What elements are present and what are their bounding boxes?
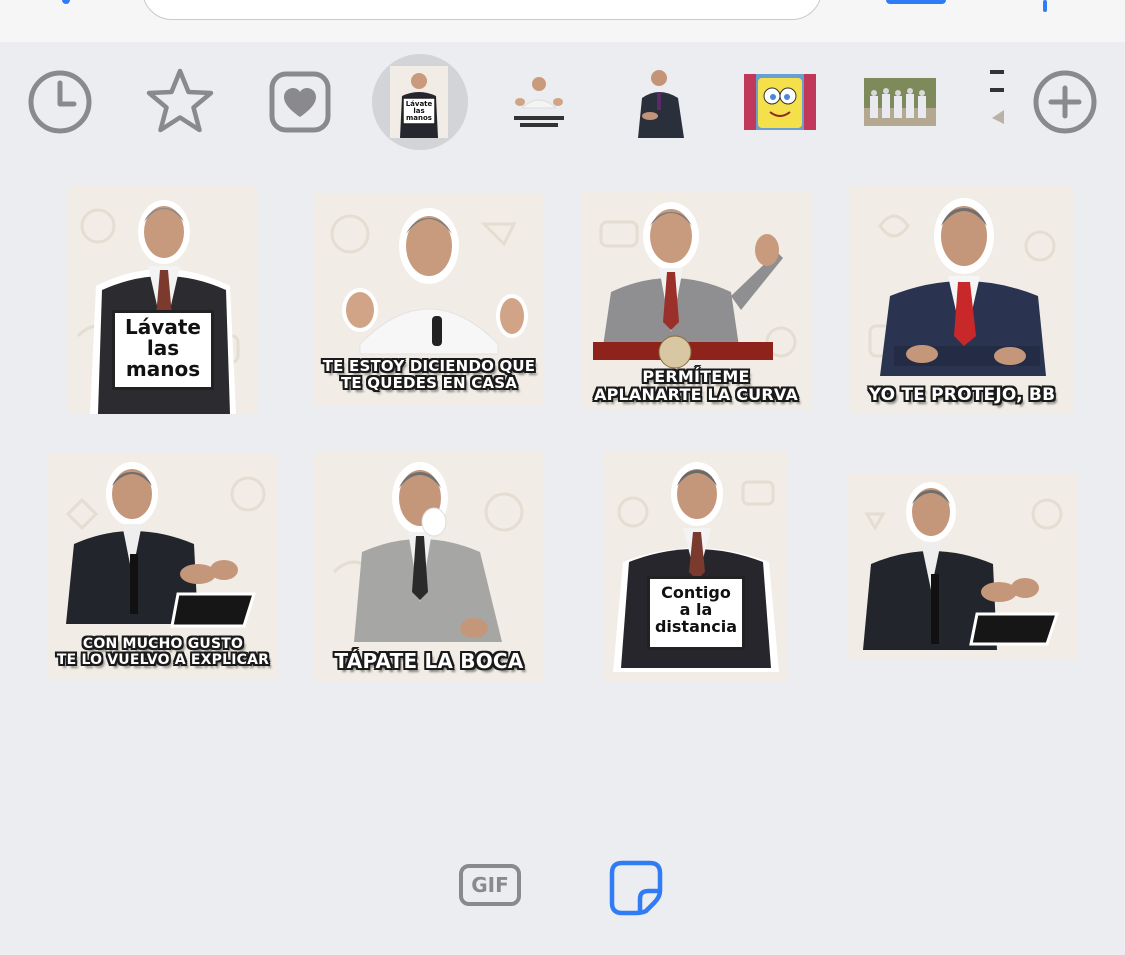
accent-mark-right <box>1043 0 1047 12</box>
sticker-caption: YO TE PROTEJO, BB <box>868 385 1056 405</box>
pack-thumb-te-estoy[interactable] <box>508 72 570 132</box>
message-input[interactable] <box>142 0 822 20</box>
sticker-yo-te-protejo[interactable]: YO TE PROTEJO, BB <box>850 186 1074 414</box>
sticker-contigo-a-la-distancia[interactable]: Contigo a la distancia <box>603 452 788 682</box>
sticker-tapate-la-boca[interactable]: TÁPATE LA BOCA <box>314 452 544 682</box>
send-button-edge[interactable] <box>886 0 946 4</box>
sticker-caption: TE ESTOY DICIENDO QUE TE QUEDES EN CASA <box>322 357 536 393</box>
favorite-stickers-button[interactable] <box>144 66 216 136</box>
sticker-explaining[interactable] <box>847 474 1077 660</box>
sticker-permiteme[interactable]: PERMÍTEME APLANARTE LA CURVA <box>581 192 811 410</box>
sign-line: distancia <box>654 616 738 636</box>
pack-thumb-group[interactable] <box>864 78 936 126</box>
pack-thumb-man-standing[interactable] <box>628 66 690 138</box>
sticker-pack-tray: Lávate las manos <box>0 42 1125 162</box>
sticker-caption: TÁPATE LA BOCA <box>334 649 524 673</box>
star-icon <box>146 68 214 133</box>
accent-mark <box>62 0 70 4</box>
sticker-caption: CON MUCHO GUSTO TE LO VUELVO A EXPLICAR <box>56 636 270 669</box>
message-input-bar <box>0 0 1125 42</box>
svg-text:manos: manos <box>406 114 432 122</box>
sign-line: Lávate <box>125 315 201 339</box>
clock-icon <box>28 70 92 134</box>
gif-button[interactable]: GIF <box>459 864 521 906</box>
recent-stickers-button[interactable] <box>26 68 94 136</box>
keyboard-mode-bar: GIF <box>0 835 1125 955</box>
sticker-sign: Lávate las manos <box>112 310 214 390</box>
sticker-icon <box>609 860 663 916</box>
sticker-sign: Contigo a la distancia <box>647 576 745 650</box>
sticker-te-estoy-diciendo[interactable]: TE ESTOY DICIENDO QUE TE QUEDES EN CASA <box>314 194 544 406</box>
pack-thumb-lavate[interactable]: Lávate las manos <box>390 66 448 138</box>
sign-line: las <box>146 336 180 360</box>
love-pack-button[interactable] <box>268 70 332 134</box>
stickers-tab-button[interactable] <box>606 857 666 917</box>
pack-thumb-partial[interactable] <box>988 68 1006 138</box>
sign-line: manos <box>125 357 201 381</box>
gif-label: GIF <box>471 873 509 897</box>
sticker-con-mucho-gusto[interactable]: CON MUCHO GUSTO TE LO VUELVO A EXPLICAR <box>48 454 278 680</box>
heart-icon <box>269 71 331 133</box>
sticker-lavate-las-manos[interactable]: Lávate las manos <box>68 186 258 414</box>
sticker-caption: PERMÍTEME APLANARTE LA CURVA <box>594 367 798 405</box>
pack-thumb-spongebob[interactable] <box>744 74 816 130</box>
add-pack-button[interactable] <box>1031 68 1099 136</box>
plus-circle-icon <box>1033 70 1097 134</box>
